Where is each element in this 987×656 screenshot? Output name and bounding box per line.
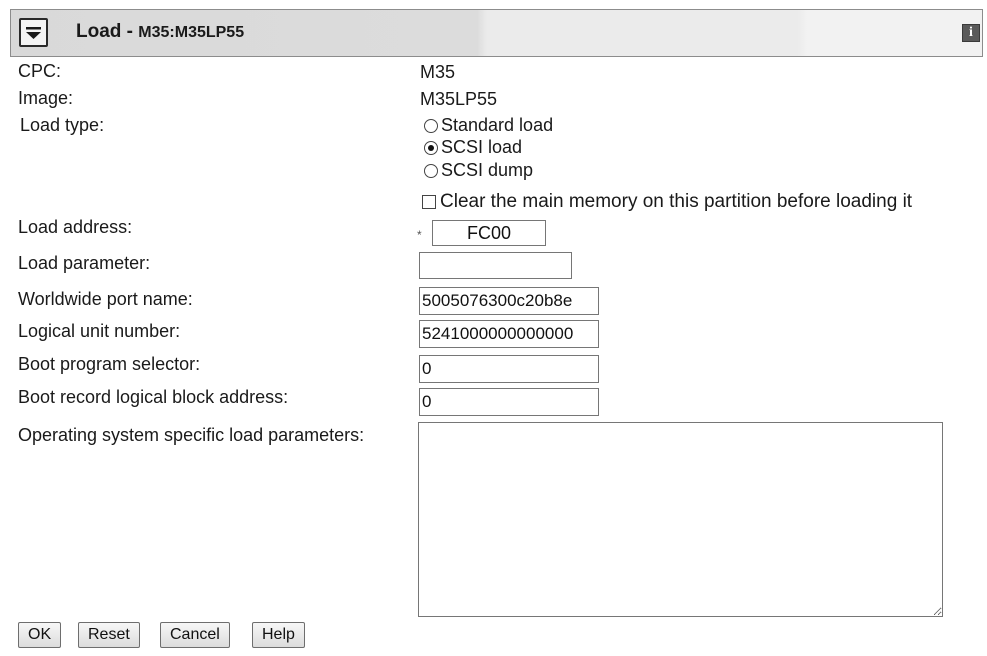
help-button[interactable]: Help [252,622,305,648]
wwpn-input[interactable] [419,287,599,315]
clear-memory-checkbox[interactable] [422,195,436,209]
info-icon[interactable]: i [962,24,980,42]
load-address-label: Load address: [18,217,133,237]
load-parameter-label: Load parameter: [18,253,151,273]
image-label: Image: [18,88,74,108]
cpc-label: CPC: [18,61,62,81]
boot-record-lba-label: Boot record logical block address: [18,387,289,407]
clear-memory-label: Clear the main memory on this partition … [440,191,913,212]
radio-scsi-load[interactable]: SCSI load [424,137,522,158]
dialog-title: Load - M35:M35LP55 [76,21,244,43]
radio-scsi-dump[interactable]: SCSI dump [424,160,533,181]
os-load-parameters-textarea[interactable] [418,422,943,617]
dialog-target: M35:M35LP55 [138,24,245,41]
radio-scsi-dump-label: SCSI dump [441,160,534,180]
load-parameter-input[interactable] [419,252,572,279]
boot-record-lba-input[interactable] [419,388,599,416]
boot-program-selector-input[interactable] [419,355,599,383]
dialog-menu-button[interactable] [19,18,48,47]
radio-scsi-dump-button[interactable] [424,163,438,178]
radio-standard-load[interactable]: Standard load [424,115,553,136]
radio-standard-load-label: Standard load [441,115,554,135]
radio-scsi-load-label: SCSI load [441,137,523,157]
cancel-button[interactable]: Cancel [160,622,230,648]
clear-memory-option[interactable]: Clear the main memory on this partition … [422,191,912,213]
boot-program-selector-label: Boot program selector: [18,354,201,374]
lun-label: Logical unit number: [18,321,181,341]
reset-button[interactable]: Reset [78,622,140,648]
ok-button[interactable]: OK [18,622,62,648]
dialog-title-bar: Load - M35:M35LP55 i [10,9,983,57]
radio-scsi-load-button[interactable] [424,140,438,155]
load-type-label: Load type: [20,115,105,135]
required-marker: * [417,228,422,242]
chevron-down-icon [26,27,41,39]
image-value: M35LP55 [420,89,498,109]
dialog-title-text: Load - [76,21,133,42]
os-load-parameters-label: Operating system specific load parameter… [18,425,365,445]
wwpn-label: Worldwide port name: [18,289,193,309]
lun-input[interactable] [419,320,599,348]
load-address-input[interactable] [432,220,546,246]
radio-standard-load-button[interactable] [424,118,438,133]
cpc-value: M35 [420,62,456,82]
